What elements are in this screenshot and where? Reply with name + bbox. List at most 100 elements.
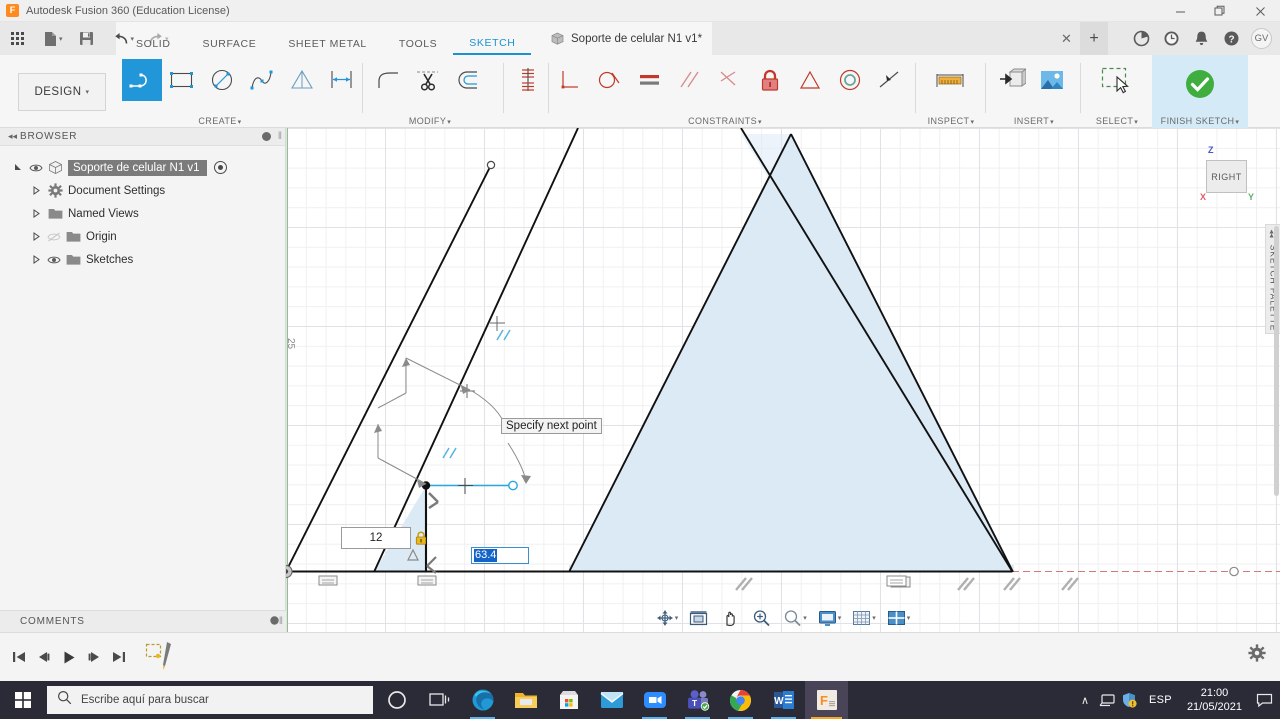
spline-tool[interactable] xyxy=(242,59,282,101)
polygon-tool[interactable] xyxy=(282,59,322,101)
expand-arrow-icon[interactable] xyxy=(32,255,45,264)
activate-component-radio[interactable] xyxy=(213,161,227,174)
visibility-eye-icon[interactable] xyxy=(27,163,45,173)
job-status-icon[interactable] xyxy=(1156,22,1186,55)
document-tab-close-button[interactable]: ✕ xyxy=(1058,22,1075,55)
help-icon[interactable]: ? xyxy=(1216,22,1246,55)
tab-sheet-metal[interactable]: SHEET METAL xyxy=(272,33,383,55)
data-panel-icon[interactable] xyxy=(1126,22,1156,55)
chrome-icon[interactable] xyxy=(719,681,762,719)
symmetry-constraint[interactable] xyxy=(790,59,830,101)
language-indicator[interactable]: ESP xyxy=(1140,694,1181,706)
step-forward-icon[interactable] xyxy=(81,642,106,672)
design-workspace-button[interactable]: DESIGN ▾ xyxy=(18,73,106,111)
viewports-icon[interactable]: ▾ xyxy=(885,608,913,629)
concentric-constraint[interactable] xyxy=(830,59,870,101)
pan-icon[interactable] xyxy=(719,607,741,629)
zoom-icon[interactable] xyxy=(750,607,773,629)
browser-item-origin[interactable]: Origin xyxy=(0,225,285,248)
ribbon-group-select-label[interactable]: SELECT▾ xyxy=(1086,116,1148,126)
orbit-caret-icon[interactable]: ▾ xyxy=(675,614,679,622)
ribbon-group-create-label[interactable]: CREATE▾ xyxy=(180,116,260,126)
fit-caret-icon[interactable]: ▾ xyxy=(803,614,807,622)
browser-collapse-icon[interactable]: ◂◂ xyxy=(8,131,17,142)
browser-item-sketches[interactable]: Sketches xyxy=(0,248,285,271)
security-shield-icon[interactable] xyxy=(1118,681,1140,719)
microsoft-store-icon[interactable] xyxy=(547,681,590,719)
vertical-dimension-25[interactable]: 25 xyxy=(286,338,296,349)
sketch-canvas[interactable]: 25 5 12 63.4 Specify next point RIGHT Z … xyxy=(286,128,1280,632)
user-avatar[interactable]: GV xyxy=(1251,28,1272,49)
visibility-eye-off-icon[interactable] xyxy=(45,231,63,242)
expand-arrow-icon[interactable] xyxy=(32,209,45,218)
rectangle-tool[interactable] xyxy=(162,59,202,101)
browser-item-component[interactable]: Soporte de celular N1 v1 xyxy=(0,156,285,179)
design-caret-icon[interactable]: ▾ xyxy=(86,88,90,96)
browser-options-icon[interactable] xyxy=(262,132,271,141)
measure-tool[interactable] xyxy=(930,59,970,101)
viewports-caret-icon[interactable]: ▾ xyxy=(907,614,911,622)
document-tab[interactable]: Soporte de celular N1 v1* xyxy=(541,22,713,55)
finish-sketch-label[interactable]: FINISH SKETCH▾ xyxy=(1152,116,1248,126)
jump-to-end-icon[interactable] xyxy=(106,642,131,672)
app-grid-icon[interactable] xyxy=(5,22,30,55)
canvas-scrollbar[interactable] xyxy=(1274,226,1279,496)
teams-icon[interactable]: T xyxy=(676,681,719,719)
finish-sketch-icon[interactable] xyxy=(1180,63,1220,105)
word-icon[interactable]: W xyxy=(762,681,805,719)
ribbon-group-insert-label[interactable]: INSERT▾ xyxy=(992,116,1076,126)
select-tool[interactable] xyxy=(1096,59,1136,101)
perpendicular-constraint[interactable] xyxy=(550,59,590,101)
file-explorer-icon[interactable] xyxy=(504,681,547,719)
grid-snaps-icon[interactable]: ▾ xyxy=(850,608,878,629)
visibility-eye-icon[interactable] xyxy=(45,255,63,265)
display-settings-icon[interactable]: ▾ xyxy=(816,608,844,629)
ribbon-group-modify-label[interactable]: MODIFY▾ xyxy=(390,116,470,126)
minimize-button[interactable] xyxy=(1160,0,1200,22)
network-icon[interactable] xyxy=(1096,681,1118,719)
restore-button[interactable] xyxy=(1200,0,1240,22)
comments-resize-grip[interactable]: ‖ xyxy=(279,616,283,627)
zoom-meetings-icon[interactable] xyxy=(633,681,676,719)
sketch-feature-icon[interactable] xyxy=(145,640,175,674)
equal-constraint[interactable] xyxy=(630,59,670,101)
display-settings-caret-icon[interactable]: ▾ xyxy=(838,614,842,622)
look-at-icon[interactable] xyxy=(687,608,710,629)
new-file-icon[interactable]: ▾ xyxy=(38,22,68,55)
length-value-input[interactable]: 63.4 xyxy=(471,547,529,564)
ribbon-group-constraints-label[interactable]: CONSTRAINTS▾ xyxy=(660,116,790,126)
parallel-constraint[interactable] xyxy=(670,59,710,101)
edge-icon[interactable] xyxy=(461,681,504,719)
tray-chevron-up-icon[interactable]: ∧ xyxy=(1074,681,1096,719)
circle-tool[interactable] xyxy=(202,59,242,101)
comments-expand-icon[interactable] xyxy=(270,616,279,627)
expand-arrow-icon[interactable] xyxy=(32,186,45,195)
cortana-icon[interactable] xyxy=(375,681,418,719)
taskbar-search-box[interactable]: Escribe aquí para buscar xyxy=(47,686,373,714)
comments-panel-header[interactable]: COMMENTS ‖ xyxy=(0,610,286,632)
tab-tools[interactable]: TOOLS xyxy=(383,33,453,55)
tab-sketch[interactable]: SKETCH xyxy=(453,33,532,55)
close-button[interactable] xyxy=(1240,0,1280,22)
view-cube-face[interactable]: RIGHT xyxy=(1206,160,1247,193)
fusion360-icon[interactable]: F xyxy=(805,681,848,719)
settings-gear-icon[interactable] xyxy=(1246,642,1268,664)
save-icon[interactable] xyxy=(74,22,99,55)
grid-snaps-caret-icon[interactable]: ▾ xyxy=(872,614,876,622)
lock-icon[interactable] xyxy=(415,531,427,545)
taskbar-clock[interactable]: 21:00 21/05/2021 xyxy=(1181,686,1248,714)
view-cube[interactable]: RIGHT Z X Y xyxy=(1192,140,1262,210)
offset-tool[interactable] xyxy=(448,59,488,101)
fillet-tool[interactable] xyxy=(368,59,408,101)
midpoint-constraint[interactable] xyxy=(870,59,910,101)
notifications-bell-icon[interactable] xyxy=(1186,22,1216,55)
insert-derive-tool[interactable] xyxy=(992,59,1032,101)
browser-item-named-views[interactable]: Named Views xyxy=(0,202,285,225)
dimension-value-box[interactable]: 12 xyxy=(341,527,411,549)
trim-tool[interactable] xyxy=(408,59,448,101)
finish-sketch-button[interactable]: FINISH SKETCH▾ xyxy=(1152,55,1248,128)
browser-resize-grip[interactable]: ‖ xyxy=(278,131,282,142)
ribbon-group-inspect-label[interactable]: INSPECT▾ xyxy=(922,116,980,126)
browser-item-document-settings[interactable]: Document Settings xyxy=(0,179,285,202)
mail-icon[interactable] xyxy=(590,681,633,719)
